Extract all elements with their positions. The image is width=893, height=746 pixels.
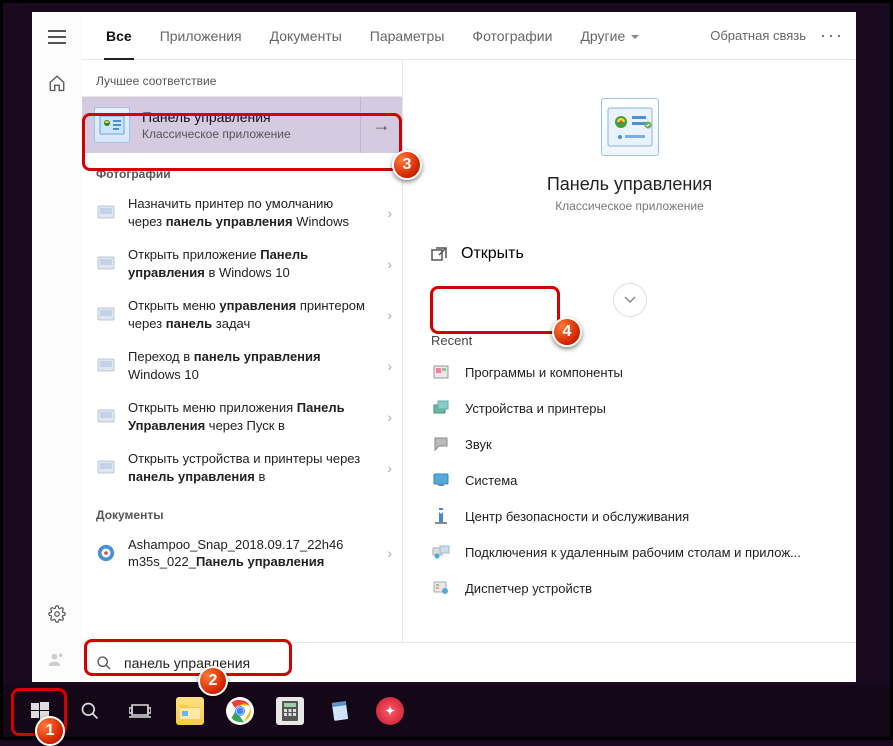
recent-item[interactable]: Устройства и принтеры	[403, 390, 856, 426]
detail-subtitle: Классическое приложение	[555, 199, 704, 213]
recent-item[interactable]: Центр безопасности и обслуживания	[403, 498, 856, 534]
feedback-link[interactable]: Обратная связь	[710, 28, 806, 43]
file-explorer-icon[interactable]	[169, 690, 211, 732]
recent-item-icon	[431, 543, 451, 561]
recent-item[interactable]: Система	[403, 462, 856, 498]
chrome-icon[interactable]	[219, 690, 261, 732]
result-text: Назначить принтер по умолчанию через пан…	[128, 195, 390, 230]
open-icon	[431, 247, 447, 261]
chevron-right-icon: ›	[387, 358, 392, 374]
best-match-title: Панель управления	[142, 109, 291, 125]
result-text: Открыть приложение Панель управления в W…	[128, 246, 390, 281]
result-icon	[96, 255, 116, 273]
more-options[interactable]: ···	[820, 25, 844, 46]
best-match-item[interactable]: Панель управления Классическое приложени…	[82, 97, 402, 153]
tab-photos[interactable]: Фотографии	[460, 12, 564, 60]
recent-item-icon	[431, 579, 451, 597]
chevron-right-icon: ›	[387, 307, 392, 323]
search-results-panel: Все Приложения Документы Параметры Фотог…	[32, 12, 856, 682]
detail-panel: Панель управления Классическое приложени…	[402, 60, 856, 642]
recent-item-icon	[431, 435, 451, 453]
recent-item-icon	[431, 399, 451, 417]
result-icon	[96, 408, 116, 426]
search-result[interactable]: Открыть меню управления принтером через …	[82, 289, 402, 340]
tab-docs[interactable]: Документы	[258, 12, 354, 60]
hamburger-menu[interactable]	[48, 30, 66, 44]
recent-item-label: Подключения к удаленным рабочим столам и…	[465, 545, 801, 560]
search-input[interactable]	[124, 655, 842, 671]
section-best-match: Лучшее соответствие	[82, 60, 402, 97]
chevron-right-icon: ›	[387, 256, 392, 272]
recent-heading: Recent	[403, 317, 856, 354]
tab-apps[interactable]: Приложения	[148, 12, 254, 60]
app-icon[interactable]: ✦	[369, 690, 411, 732]
section-documents: Документы	[82, 494, 402, 528]
home-icon[interactable]	[48, 74, 66, 92]
search-result[interactable]: Открыть меню приложения Панель Управлени…	[82, 391, 402, 442]
detail-title: Панель управления	[547, 174, 712, 195]
search-result[interactable]: Переход в панель управления Windows 10›	[82, 340, 402, 391]
chevron-right-icon: ›	[387, 205, 392, 221]
recent-item[interactable]: Звук	[403, 426, 856, 462]
search-icon	[96, 655, 112, 671]
chevron-right-icon: ›	[387, 409, 392, 425]
recent-item-icon	[431, 507, 451, 525]
result-icon	[96, 357, 116, 375]
document-result[interactable]: Ashampoo_Snap_2018.09.17_22h46m35s_022_П…	[82, 528, 402, 579]
recent-item[interactable]: Программы и компоненты	[403, 354, 856, 390]
document-icon	[96, 544, 116, 562]
search-result[interactable]: Назначить принтер по умолчанию через пан…	[82, 187, 402, 238]
expand-arrow-icon[interactable]: →	[360, 97, 402, 153]
chevron-right-icon: ›	[387, 545, 392, 561]
account-icon[interactable]	[48, 651, 65, 668]
best-match-subtitle: Классическое приложение	[142, 127, 291, 141]
recent-item-icon	[431, 471, 451, 489]
calculator-icon[interactable]	[269, 690, 311, 732]
result-icon	[96, 459, 116, 477]
chevron-right-icon: ›	[387, 460, 392, 476]
results-list: Лучшее соответствие Панель управления Кл…	[82, 60, 402, 642]
recent-item-icon	[431, 363, 451, 381]
expand-detail-button[interactable]	[613, 283, 647, 317]
recent-item[interactable]: Диспетчер устройств	[403, 570, 856, 606]
taskbar: ✦	[3, 685, 890, 737]
tab-more[interactable]: Другие	[568, 12, 651, 60]
task-view-icon[interactable]	[119, 690, 161, 732]
recent-item-label: Звук	[465, 437, 492, 452]
open-label: Открыть	[461, 245, 524, 263]
search-tabs: Все Приложения Документы Параметры Фотог…	[82, 12, 856, 60]
settings-icon[interactable]	[48, 605, 66, 623]
result-icon	[96, 306, 116, 324]
notepad-icon[interactable]	[319, 690, 361, 732]
result-text: Открыть меню управления принтером через …	[128, 297, 390, 332]
search-result[interactable]: Открыть устройства и принтеры через пане…	[82, 442, 402, 493]
open-action[interactable]: Открыть	[403, 235, 856, 273]
control-panel-icon	[94, 107, 130, 143]
search-taskbar-icon[interactable]	[69, 690, 111, 732]
search-result[interactable]: Открыть приложение Панель управления в W…	[82, 238, 402, 289]
recent-item-label: Программы и компоненты	[465, 365, 623, 380]
recent-item-label: Центр безопасности и обслуживания	[465, 509, 689, 524]
tab-settings[interactable]: Параметры	[358, 12, 457, 60]
app-hero-icon	[601, 98, 659, 156]
result-icon	[96, 204, 116, 222]
document-result-text: Ashampoo_Snap_2018.09.17_22h46m35s_022_П…	[128, 536, 367, 571]
left-rail	[32, 12, 82, 682]
search-field[interactable]	[82, 642, 856, 682]
recent-item[interactable]: Подключения к удаленным рабочим столам и…	[403, 534, 856, 570]
recent-item-label: Диспетчер устройств	[465, 581, 592, 596]
result-text: Открыть меню приложения Панель Управлени…	[128, 399, 390, 434]
tab-all[interactable]: Все	[94, 12, 144, 60]
result-text: Переход в панель управления Windows 10	[128, 348, 390, 383]
result-text: Открыть устройства и принтеры через пане…	[128, 450, 390, 485]
start-button[interactable]	[19, 690, 61, 732]
recent-item-label: Система	[465, 473, 517, 488]
recent-item-label: Устройства и принтеры	[465, 401, 606, 416]
section-photos: Фотографии	[82, 153, 402, 187]
